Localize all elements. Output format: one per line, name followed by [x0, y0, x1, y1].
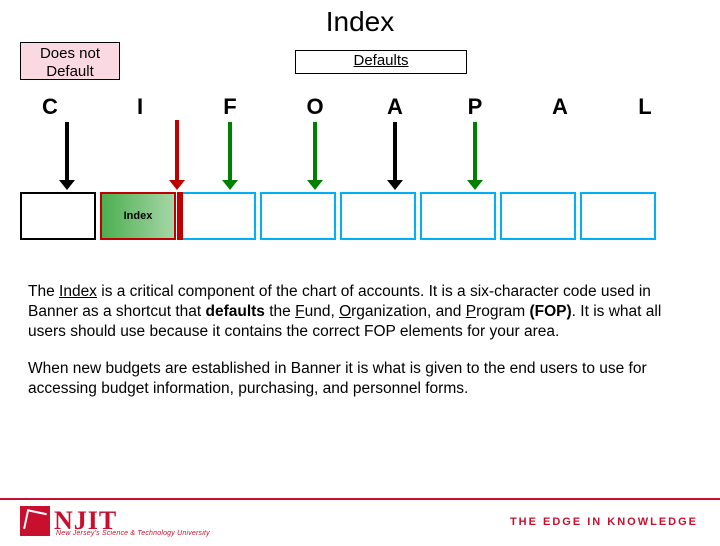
letter-a1: A	[380, 94, 410, 120]
does-not-default-box: Does not Default	[20, 42, 120, 80]
diagram-area: Does not Default Defaults C I F O A P A …	[20, 42, 700, 272]
p1-o: O	[339, 303, 351, 320]
defaults-box: Defaults	[295, 50, 467, 74]
cell-c	[20, 192, 96, 240]
p1-the: the	[265, 303, 295, 320]
logo-subtitle: New Jersey's Science & Technology Univer…	[56, 530, 210, 537]
p1-rg: rganization, and	[351, 303, 466, 320]
arrow-f	[228, 122, 232, 182]
cell-o	[260, 192, 336, 240]
p1-rogram: rogram	[476, 303, 529, 320]
arrow-o	[313, 122, 317, 182]
arrow-a1	[393, 122, 397, 182]
letter-l: L	[630, 94, 660, 120]
p1-text: The	[28, 283, 59, 300]
red-strip	[177, 192, 183, 240]
letter-o: O	[300, 94, 330, 120]
arrow-c	[65, 122, 69, 182]
footer-line	[0, 498, 720, 500]
arrow-p	[473, 122, 477, 182]
letter-f: F	[215, 94, 245, 120]
cell-row: Index	[20, 192, 660, 240]
paragraph-1: The Index is a critical component of the…	[28, 282, 692, 341]
letter-c: C	[35, 94, 65, 120]
letter-p: P	[460, 94, 490, 120]
p1-index: Index	[59, 283, 97, 300]
p1-p: P	[466, 303, 476, 320]
cell-index: Index	[100, 192, 176, 240]
letter-a2: A	[545, 94, 575, 120]
cell-a1	[340, 192, 416, 240]
p1-fop: (FOP)	[529, 303, 571, 320]
cell-l	[580, 192, 656, 240]
cell-a2	[500, 192, 576, 240]
p1-und: und,	[305, 303, 339, 320]
edge-tagline: THE EDGE IN KNOWLEDGE	[510, 516, 698, 528]
arrow-i	[175, 120, 179, 182]
p1-f: F	[295, 303, 304, 320]
footer: NJIT New Jersey's Science & Technology U…	[0, 498, 720, 546]
cell-f	[180, 192, 256, 240]
paragraph-2: When new budgets are established in Bann…	[28, 359, 692, 399]
page-title: Index	[0, 6, 720, 38]
p1-defaults: defaults	[206, 303, 265, 320]
cell-p	[420, 192, 496, 240]
letter-i: I	[125, 94, 155, 120]
logo-mark-icon	[20, 506, 50, 536]
